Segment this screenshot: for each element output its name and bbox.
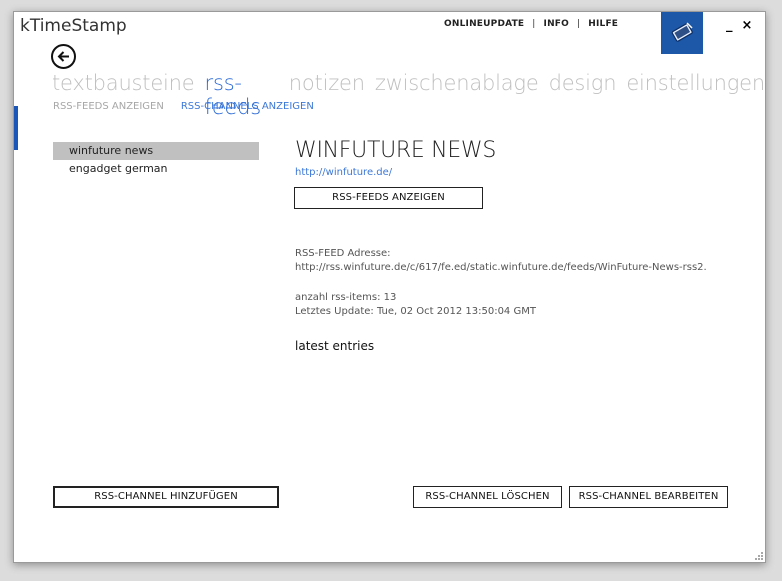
items-count: anzahl rss-items: 13 [295, 292, 397, 303]
show-feeds-button[interactable]: RSS-FEEDS ANZEIGEN [294, 187, 483, 209]
onlineupdate-link[interactable]: ONLINEUPDATE [444, 19, 524, 29]
channel-item-winfuture[interactable]: winfuture news [53, 142, 259, 160]
app-window: kTimeStamp ONLINEUPDATE | INFO | HILFE _… [13, 11, 766, 563]
close-button[interactable]: × [742, 18, 753, 33]
latest-entries-heading: latest entries [295, 339, 375, 353]
top-navigation: ONLINEUPDATE | INFO | HILFE [444, 19, 618, 29]
add-channel-button[interactable]: RSS-CHANNEL HINZUFÜGEN [53, 486, 279, 508]
channel-title: WINFUTURE NEWS [295, 138, 497, 163]
channel-list: winfuture news engadget german [53, 142, 259, 178]
feed-stats-block: anzahl rss-items: 13 Letztes Update: Tue… [295, 291, 536, 319]
feed-address-block: RSS-FEED Adresse: http://rss.winfuture.d… [295, 247, 707, 275]
separator: | [532, 19, 536, 29]
channel-url-link[interactable]: http://winfuture.de/ [295, 167, 755, 178]
app-title: kTimeStamp [20, 16, 127, 36]
minimize-button[interactable]: _ [726, 18, 733, 33]
arrow-left-icon [57, 51, 69, 62]
app-logo-tile [661, 12, 703, 54]
hilfe-link[interactable]: HILFE [588, 19, 618, 29]
accent-strip [14, 106, 18, 150]
delete-channel-button[interactable]: RSS-CHANNEL LÖSCHEN [413, 486, 562, 508]
feed-address-value: http://rss.winfuture.de/c/617/fe.ed/stat… [295, 262, 707, 273]
tablet-pen-icon [671, 22, 693, 42]
channel-detail: WINFUTURE NEWS http://winfuture.de/ [295, 138, 755, 178]
resize-grip-icon[interactable] [753, 550, 763, 560]
last-update: Letztes Update: Tue, 02 Oct 2012 13:50:0… [295, 306, 536, 317]
edit-channel-button[interactable]: RSS-CHANNEL BEARBEITEN [569, 486, 728, 508]
channel-item-engadget[interactable]: engadget german [53, 160, 259, 178]
nav-einstellungen[interactable]: einstellungen [626, 71, 765, 119]
back-button[interactable] [51, 44, 76, 69]
nav-design[interactable]: design [549, 71, 617, 119]
feed-address-label: RSS-FEED Adresse: [295, 248, 391, 259]
separator: | [577, 19, 581, 29]
subnav-rss-feeds[interactable]: RSS-FEEDS ANZEIGEN [53, 101, 164, 112]
nav-zwischenablage[interactable]: zwischenablage [375, 71, 539, 119]
sub-navigation: RSS-FEEDS ANZEIGEN RSS-CHANNELS ANZEIGEN [53, 101, 314, 112]
subnav-rss-channels[interactable]: RSS-CHANNELS ANZEIGEN [181, 101, 314, 112]
window-controls: _ × [726, 18, 752, 33]
info-link[interactable]: INFO [544, 19, 569, 29]
